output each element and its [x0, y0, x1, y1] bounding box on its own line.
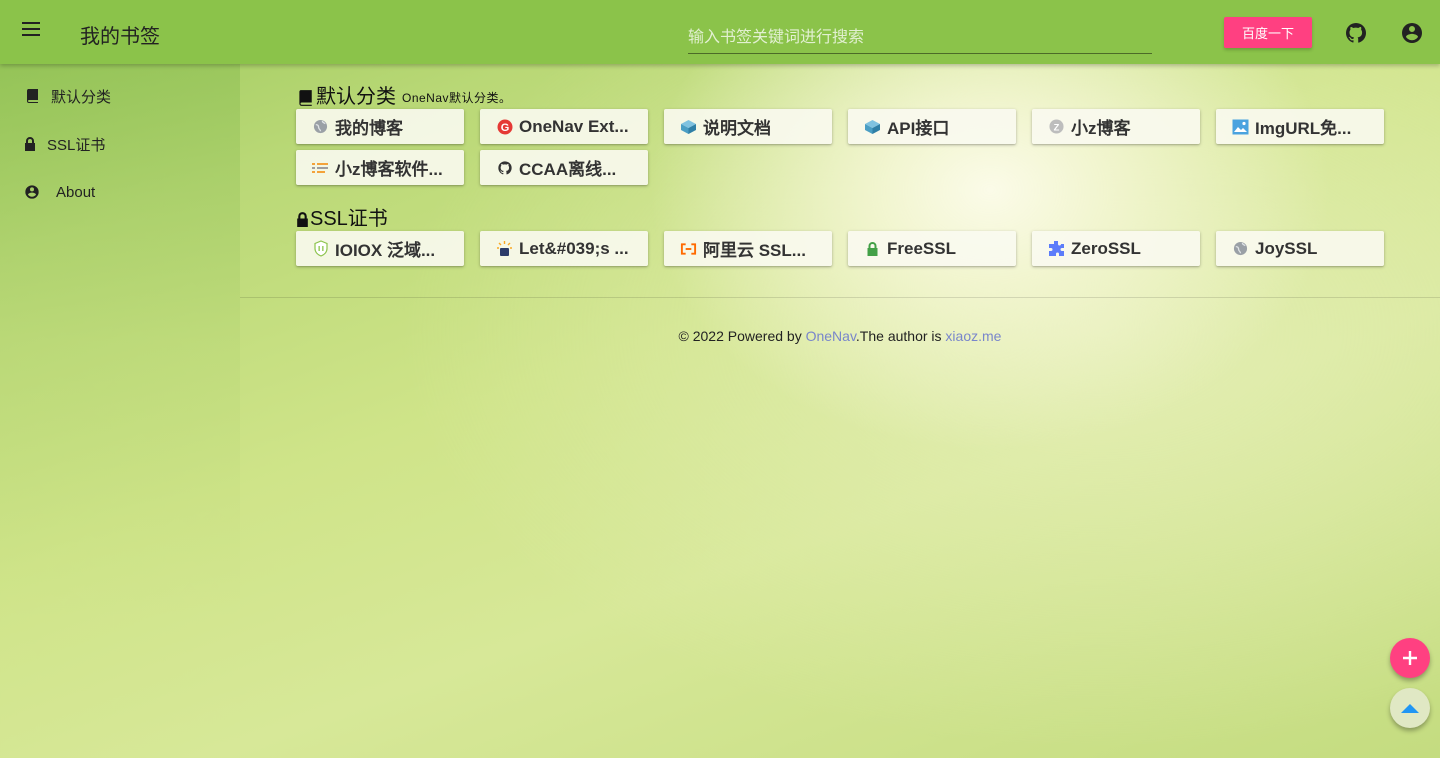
account-circle-icon [24, 184, 40, 200]
list-icon [312, 159, 329, 176]
category-description: OneNav默认分类。 [402, 91, 512, 105]
link-label: 小z博客软件... [335, 160, 443, 179]
link-label: CCAA离线... [519, 160, 617, 179]
link-label: ImgURL免... [1255, 119, 1352, 138]
footer-text: © 2022 Powered by [678, 328, 806, 344]
image-icon [1232, 118, 1249, 135]
globe-icon [312, 118, 329, 135]
link-card[interactable]: Let&#039;s ... [480, 231, 648, 266]
plus-icon [1403, 651, 1417, 665]
link-card[interactable]: 我的博客 [296, 109, 464, 144]
link-label: FreeSSL [887, 238, 956, 258]
link-label: JoySSL [1255, 238, 1318, 258]
account-circle-icon[interactable] [1400, 21, 1424, 45]
category-name: SSL证书 [310, 208, 388, 230]
link-card[interactable]: ImgURL免... [1216, 109, 1384, 144]
footer-link-onenav[interactable]: OneNav [806, 328, 856, 344]
link-card[interactable]: ZeroSSL [1032, 231, 1200, 266]
divider [240, 297, 1440, 298]
puzzle-icon [1048, 240, 1065, 257]
link-card[interactable]: CCAA离线... [480, 150, 648, 185]
link-card[interactable]: 说明文档 [664, 109, 832, 144]
link-label: 我的博客 [335, 119, 403, 138]
link-card[interactable]: FreeSSL [848, 231, 1016, 266]
search-button[interactable]: 百度一下 [1224, 17, 1312, 48]
svg-text:Z: Z [1054, 122, 1060, 132]
book-icon [296, 89, 314, 107]
footer: © 2022 Powered by OneNav.The author is x… [0, 328, 1440, 344]
lock-icon [296, 211, 309, 229]
github-icon [496, 159, 513, 176]
cube-icon [680, 118, 697, 135]
sidebar-item-default-category[interactable]: 默认分类 [24, 84, 111, 108]
category-name: 默认分类 [316, 86, 396, 108]
arrow-up-icon [1401, 704, 1419, 713]
sidebar-item-ssl[interactable]: SSL证书 [24, 132, 105, 156]
link-label: ZeroSSL [1071, 238, 1141, 258]
globe-icon [1232, 240, 1249, 257]
back-to-top-button[interactable] [1390, 688, 1430, 728]
link-card[interactable]: Z 小z博客 [1032, 109, 1200, 144]
category-title-default: 默认分类 OneNav默认分类。 [296, 80, 512, 109]
book-icon [24, 88, 40, 104]
footer-text: .The author is [855, 328, 946, 344]
aliyun-icon [680, 240, 697, 257]
category-title-ssl: SSL证书 [296, 202, 388, 231]
site-title: 我的书签 [80, 26, 160, 48]
top-app-bar: 我的书签 百度一下 [0, 0, 1440, 64]
onenav-logo-icon: G [496, 118, 513, 135]
link-label: Let&#039;s ... [519, 238, 629, 258]
link-card[interactable]: API接口 [848, 109, 1016, 144]
sidebar-item-label: SSL证书 [47, 136, 106, 154]
menu-icon[interactable] [22, 22, 42, 42]
link-label: 说明文档 [703, 119, 771, 138]
svg-text:G: G [500, 122, 509, 134]
add-button[interactable] [1390, 638, 1430, 678]
link-card[interactable]: 阿里云 SSL... [664, 231, 832, 266]
link-card[interactable]: IOIOX 泛域... [296, 231, 464, 266]
link-label: API接口 [887, 119, 950, 138]
lock-icon [864, 240, 881, 257]
sidebar: 默认分类 SSL证书 About [0, 64, 240, 758]
sidebar-item-label: 默认分类 [51, 88, 112, 106]
search-input[interactable] [688, 22, 1152, 54]
link-label: IOIOX 泛域... [335, 241, 436, 260]
lock-icon [24, 136, 36, 152]
letsencrypt-icon [496, 240, 513, 257]
sidebar-item-label: About [56, 183, 96, 201]
link-card[interactable]: JoySSL [1216, 231, 1384, 266]
github-icon[interactable] [1344, 21, 1368, 45]
cube-icon [864, 118, 881, 135]
link-label: 小z博客 [1071, 119, 1131, 138]
shield-icon [312, 240, 329, 257]
link-label: OneNav Ext... [519, 116, 629, 136]
z-logo-icon: Z [1048, 118, 1065, 135]
link-card[interactable]: 小z博客软件... [296, 150, 464, 185]
link-card[interactable]: G OneNav Ext... [480, 109, 648, 144]
sidebar-item-about[interactable]: About [24, 180, 95, 204]
footer-link-author[interactable]: xiaoz.me [945, 328, 1001, 344]
link-label: 阿里云 SSL... [703, 241, 806, 260]
